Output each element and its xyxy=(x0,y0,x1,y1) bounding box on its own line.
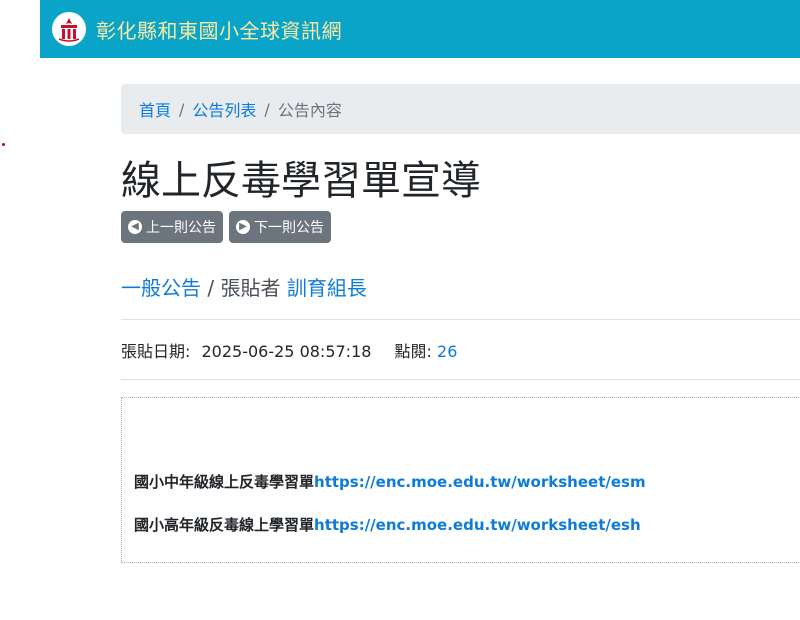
site-title[interactable]: 彰化縣和東國小全球資訊網 xyxy=(96,15,342,44)
breadcrumb-separator: / xyxy=(179,99,185,119)
date-label: 張貼日期: xyxy=(121,342,191,361)
post-navigation: ◀ 上一則公告 ▶ 下一則公告 xyxy=(121,211,331,243)
poster-link[interactable]: 訓育組長 xyxy=(287,276,367,300)
divider xyxy=(121,319,800,320)
views-count: 26 xyxy=(437,342,458,361)
prev-post-button[interactable]: ◀ 上一則公告 xyxy=(121,211,223,243)
post-content: 國小中年級線上反毒學習單https://enc.moe.edu.tw/works… xyxy=(121,397,800,563)
category-link[interactable]: 一般公告 xyxy=(121,276,201,300)
worksheet-label: 國小中年級線上反毒學習單 xyxy=(134,473,315,491)
next-post-button[interactable]: ▶ 下一則公告 xyxy=(229,211,331,243)
breadcrumb-list-link[interactable]: 公告列表 xyxy=(192,97,256,121)
content-line: 國小高年級反毒線上學習單https://enc.moe.edu.tw/works… xyxy=(134,514,641,535)
worksheet-link[interactable]: https://enc.moe.edu.tw/worksheet/esh xyxy=(314,516,641,534)
arrow-left-circle-icon: ◀ xyxy=(128,220,142,234)
arrow-right-circle-icon: ▶ xyxy=(236,220,250,234)
content-line: 國小中年級線上反毒學習單https://enc.moe.edu.tw/works… xyxy=(134,471,646,492)
worksheet-label: 國小高年級反毒線上學習單 xyxy=(134,516,315,534)
post-meta: 一般公告 / 張貼者 訓育組長 xyxy=(121,272,367,301)
post-date-info: 張貼日期: 2025-06-25 08:57:18 點閱: 26 xyxy=(121,338,457,362)
breadcrumb: 首頁 / 公告列表 / 公告內容 xyxy=(121,84,800,134)
views-label: 點閱: xyxy=(394,342,432,361)
site-header: 彰化縣和東國小全球資訊網 xyxy=(40,0,800,58)
poster-label: / 張貼者 xyxy=(207,276,281,300)
worksheet-link[interactable]: https://enc.moe.edu.tw/worksheet/esm xyxy=(314,473,646,491)
school-emblem-icon[interactable] xyxy=(52,12,86,46)
divider xyxy=(121,379,800,380)
decorative-dot xyxy=(2,143,5,146)
page-title: 線上反毒學習單宣導 xyxy=(121,158,481,204)
breadcrumb-home-link[interactable]: 首頁 xyxy=(139,97,171,121)
next-post-label: 下一則公告 xyxy=(254,220,324,236)
breadcrumb-current: 公告內容 xyxy=(277,101,342,120)
prev-post-label: 上一則公告 xyxy=(146,220,216,236)
breadcrumb-separator: / xyxy=(264,99,270,119)
post-date: 2025-06-25 08:57:18 xyxy=(201,342,372,361)
